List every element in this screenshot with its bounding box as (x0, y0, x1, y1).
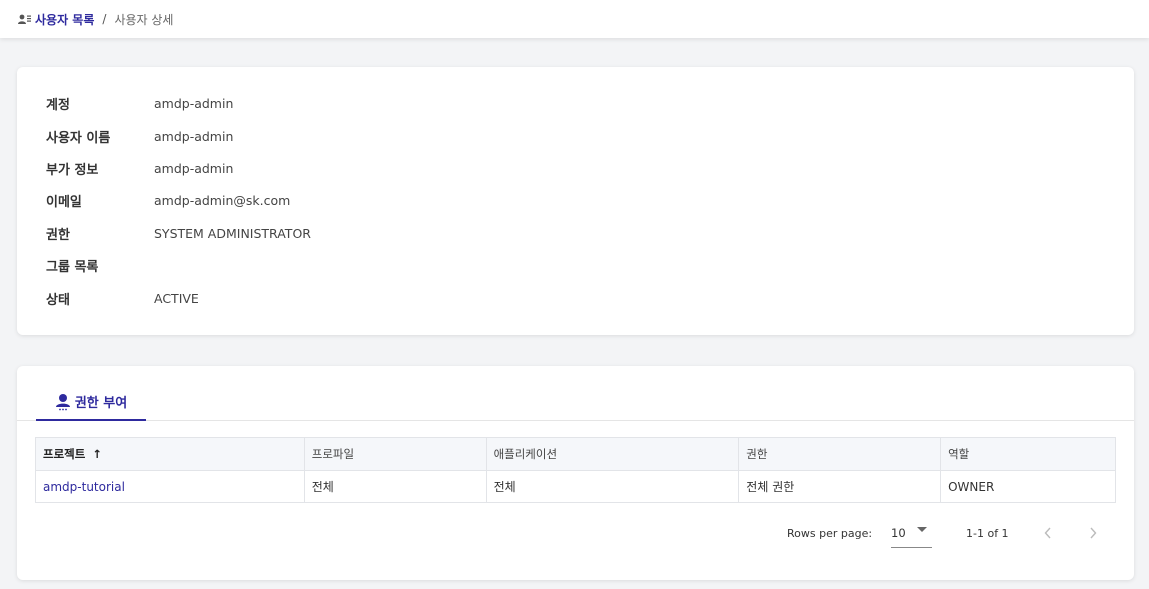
caret-down-icon (917, 527, 927, 532)
column-header-application[interactable]: 애플리케이션 (485, 437, 740, 471)
column-header-label: 프로젝트 (43, 447, 86, 461)
tab-bar: 권한 부여 (17, 366, 1134, 421)
permissions-table: 프로젝트 ↑ 프로파일 애플리케이션 권한 역할 amdp-tutorial 전… (35, 437, 1116, 503)
chevron-right-icon (1090, 527, 1097, 539)
column-header-profile[interactable]: 프로파일 (303, 437, 487, 471)
info-row-username: 사용자 이름 amdp-admin (46, 127, 233, 146)
previous-page-button[interactable] (1036, 521, 1060, 545)
info-value: ACTIVE (154, 291, 199, 306)
cell-profile: 전체 (303, 470, 487, 503)
breadcrumb-user-list[interactable]: 사용자 목록 (18, 11, 94, 28)
info-label: 계정 (46, 98, 70, 113)
info-row-status: 상태 ACTIVE (46, 289, 199, 308)
info-label: 권한 (46, 228, 70, 243)
rows-per-page-label: Rows per page: (787, 526, 873, 540)
permissions-card: 권한 부여 프로젝트 ↑ 프로파일 애플리케이션 권한 역할 amdp-tuto… (17, 366, 1134, 580)
rows-per-page-select[interactable]: 10 (891, 518, 932, 548)
breadcrumb-separator: / (102, 12, 107, 26)
info-value: amdp-admin (154, 161, 234, 176)
info-row-role: 권한 SYSTEM ADMINISTRATOR (46, 224, 311, 243)
user-list-icon (18, 14, 31, 24)
info-value: amdp-admin@sk.com (154, 193, 291, 208)
user-info-card: 계정 amdp-admin 사용자 이름 amdp-admin 부가 정보 am… (17, 67, 1134, 335)
info-label: 상태 (46, 293, 70, 308)
breadcrumb-current-label: 사용자 상세 (114, 12, 174, 27)
cell-permission: 전체 권한 (738, 470, 942, 503)
cell-project: amdp-tutorial (35, 470, 305, 503)
project-link[interactable]: amdp-tutorial (43, 480, 125, 494)
info-value: amdp-admin (154, 129, 234, 144)
cell-role: OWNER (940, 470, 1116, 503)
info-value: amdp-admin (154, 96, 234, 111)
column-header-permission[interactable]: 권한 (738, 437, 942, 471)
next-page-button[interactable] (1081, 521, 1105, 545)
info-row-account: 계정 amdp-admin (46, 94, 233, 113)
user-icon (55, 393, 70, 410)
info-label: 부가 정보 (46, 163, 99, 178)
column-header-project[interactable]: 프로젝트 ↑ (35, 437, 305, 471)
rows-per-page-value: 10 (891, 525, 906, 540)
pagination-range: 1-1 of 1 (966, 526, 1009, 540)
tab-grant-permission[interactable]: 권한 부여 (36, 384, 146, 421)
info-row-groups: 그룹 목록 (46, 256, 154, 275)
table-header-row: 프로젝트 ↑ 프로파일 애플리케이션 권한 역할 (35, 437, 1116, 471)
sort-asc-icon[interactable]: ↑ (92, 447, 102, 461)
info-row-extra-info: 부가 정보 amdp-admin (46, 159, 233, 178)
info-label: 그룹 목록 (46, 260, 99, 275)
breadcrumb-parent-label[interactable]: 사용자 목록 (35, 11, 94, 28)
cell-application: 전체 (485, 470, 740, 503)
tab-label: 권한 부여 (74, 396, 128, 411)
info-label: 이메일 (46, 195, 82, 210)
info-row-email: 이메일 amdp-admin@sk.com (46, 191, 290, 210)
info-value: SYSTEM ADMINISTRATOR (154, 226, 311, 241)
info-label: 사용자 이름 (46, 131, 111, 146)
column-header-role[interactable]: 역할 (940, 437, 1116, 471)
top-bar: 사용자 목록 / 사용자 상세 (0, 0, 1149, 38)
table-row: amdp-tutorial 전체 전체 전체 권한 OWNER (35, 470, 1116, 503)
chevron-left-icon (1044, 527, 1051, 539)
